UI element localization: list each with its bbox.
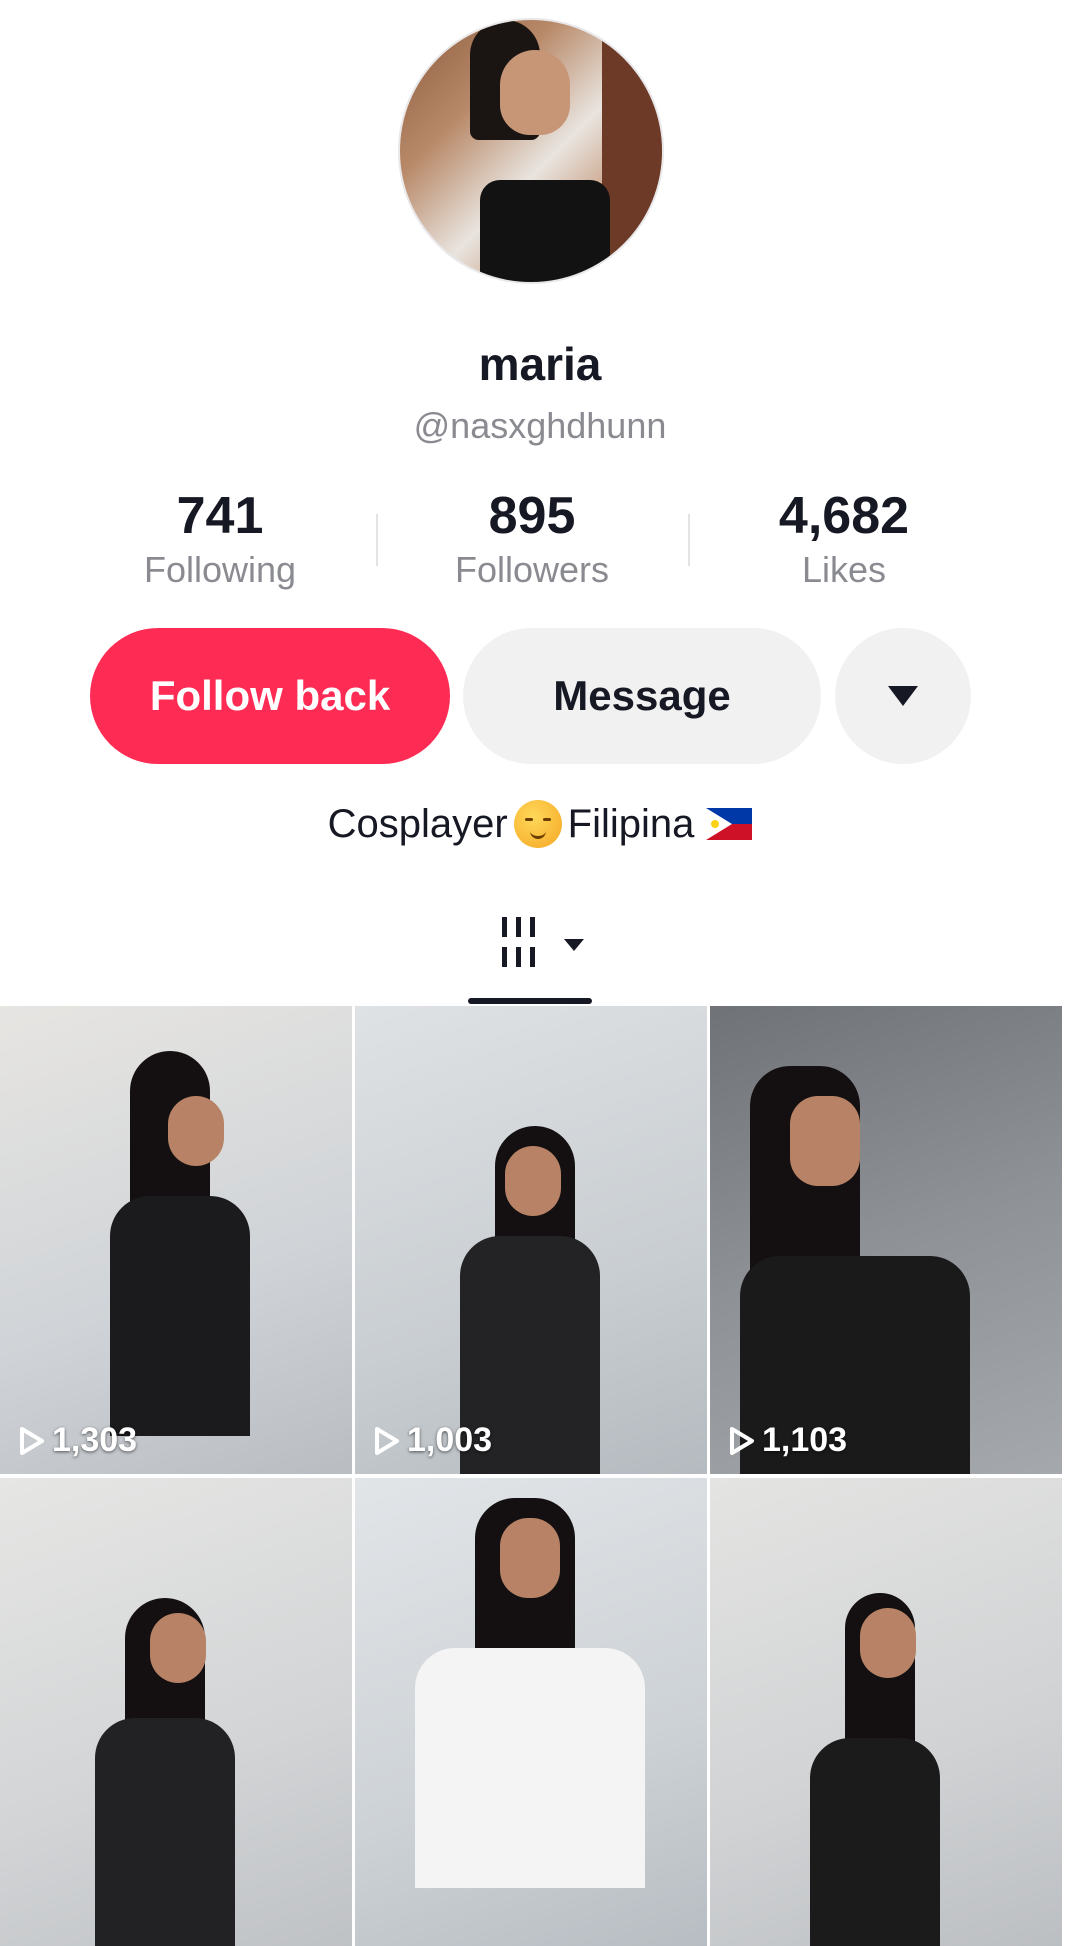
- stat-likes-label: Likes: [801, 549, 887, 590]
- smiling-face-emoji-icon: [513, 800, 562, 848]
- follow-back-button[interactable]: Follow back: [90, 628, 450, 764]
- stat-likes-value: 4,682: [778, 487, 910, 545]
- stat-followers-label: Followers: [454, 549, 610, 590]
- video-thumbnail[interactable]: 1,303: [0, 1006, 352, 1474]
- caret-down-icon: [888, 686, 918, 706]
- play-icon: [20, 1426, 44, 1455]
- video-thumbnail[interactable]: 1,103: [710, 1006, 1062, 1474]
- grid-icon: [500, 915, 540, 969]
- play-icon: [375, 1426, 399, 1455]
- profile-stats: 741 Following 895 Followers 4,682 Likes: [0, 486, 1080, 596]
- philippines-flag-icon: [706, 808, 753, 840]
- stats-divider: [688, 514, 690, 566]
- avatar-face: [500, 50, 570, 135]
- video-thumbnail[interactable]: [710, 1478, 1062, 1946]
- tab-active-indicator: [468, 998, 592, 1004]
- view-count: 1,003: [407, 1421, 493, 1459]
- profile-bio: Cosplayer Filipina: [0, 800, 1080, 848]
- chevron-down-icon: [564, 939, 584, 951]
- video-thumbnail[interactable]: [0, 1478, 352, 1946]
- view-count: 1,303: [52, 1421, 138, 1459]
- play-icon: [730, 1426, 754, 1455]
- bio-text-cosplayer: Cosplayer: [327, 801, 508, 846]
- profile-handle: @nasxghdhunn: [413, 405, 667, 446]
- video-thumbnail[interactable]: [355, 1478, 707, 1946]
- bio-text-filipina: Filipina: [567, 801, 695, 846]
- message-button[interactable]: Message: [463, 628, 821, 764]
- more-options-button[interactable]: [835, 628, 971, 764]
- tab-videos[interactable]: [500, 915, 590, 975]
- stat-followers[interactable]: 895 Followers: [382, 486, 682, 592]
- stats-divider: [376, 514, 378, 566]
- video-views: 1,003: [373, 1421, 492, 1460]
- video-thumbnail[interactable]: 1,003: [355, 1006, 707, 1474]
- stat-followers-value: 895: [488, 487, 576, 545]
- avatar-top: [480, 180, 610, 282]
- video-views: 1,103: [728, 1421, 847, 1460]
- profile-name: maria: [478, 338, 602, 390]
- stat-likes[interactable]: 4,682 Likes: [694, 486, 994, 592]
- stat-following[interactable]: 741 Following: [70, 486, 370, 592]
- stat-following-value: 741: [176, 487, 264, 545]
- video-views: 1,303: [18, 1421, 137, 1460]
- view-count: 1,103: [762, 1421, 848, 1459]
- profile-avatar[interactable]: [400, 20, 662, 282]
- avatar-bg: [602, 20, 662, 282]
- stat-following-label: Following: [143, 549, 297, 590]
